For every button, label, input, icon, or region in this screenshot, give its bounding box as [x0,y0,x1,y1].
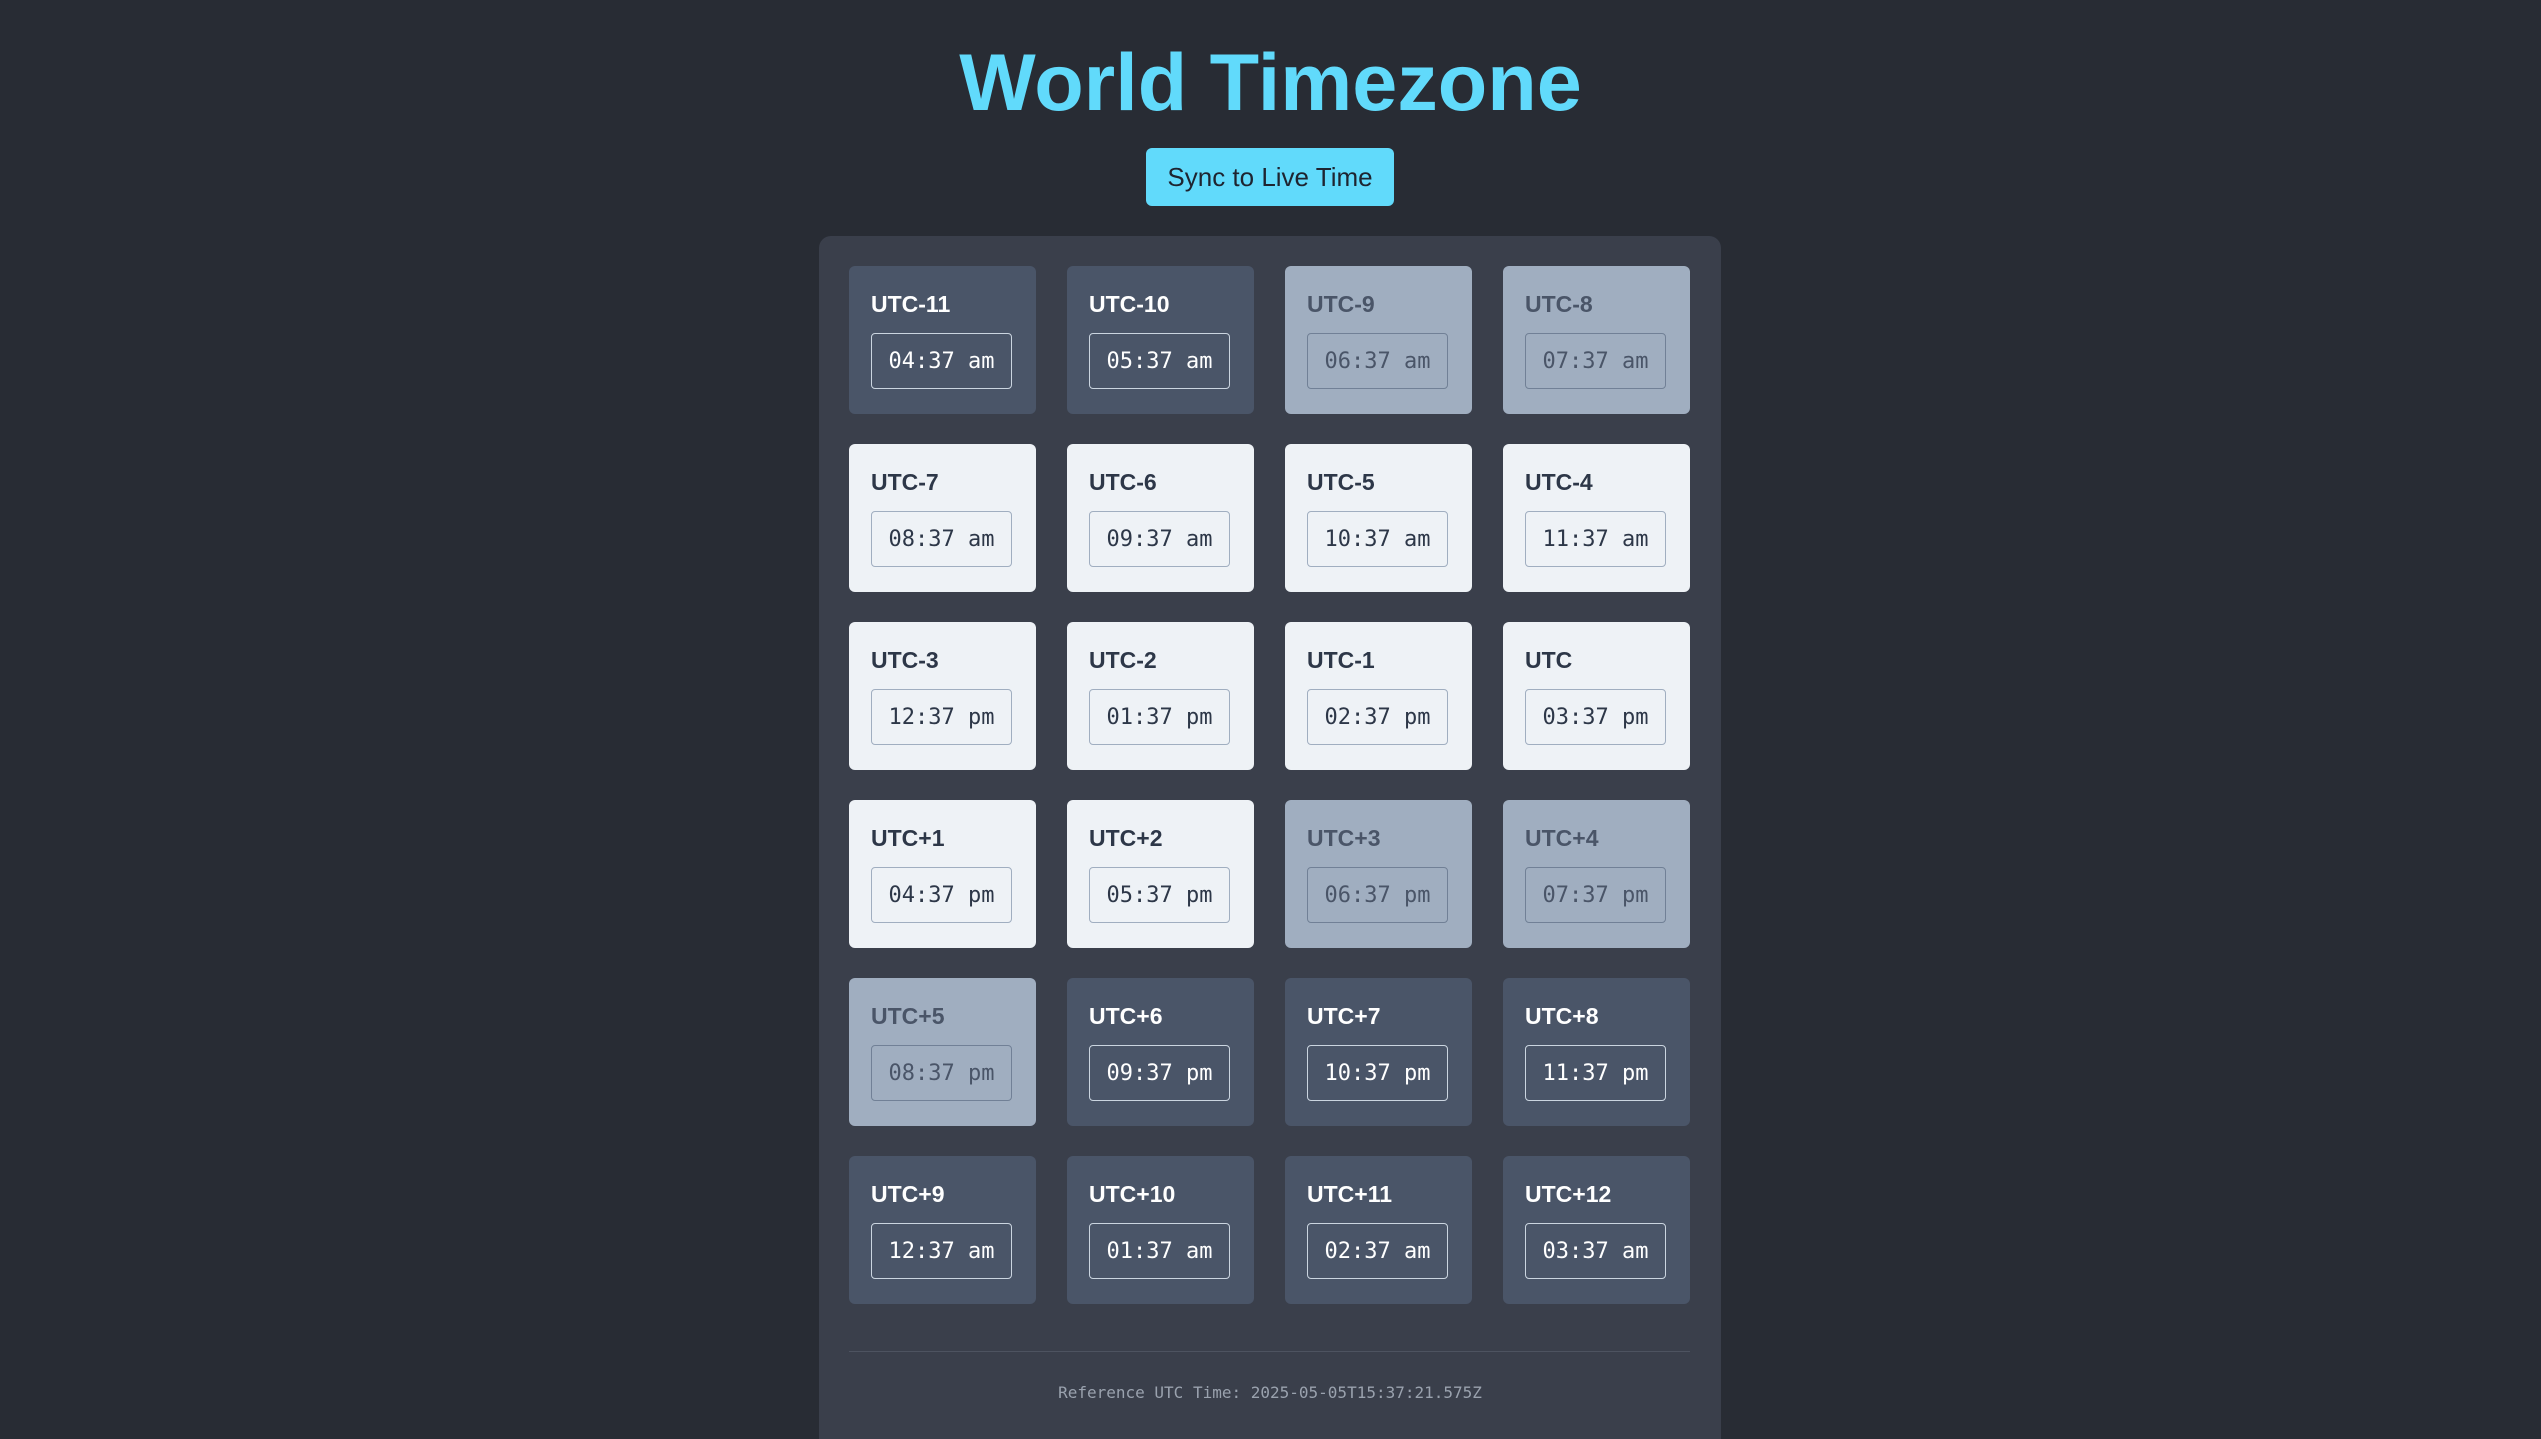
timezone-card: UTC+1 [849,800,1036,948]
time-input[interactable] [1525,689,1666,745]
page-title: World Timezone [959,38,1582,128]
timezone-card: UTC+7 [1285,978,1472,1126]
time-input[interactable] [1307,867,1448,923]
timezone-label: UTC+10 [1089,1181,1176,1207]
timezone-label: UTC-3 [871,647,939,673]
time-input[interactable] [871,1045,1012,1101]
timezone-card: UTC-7 [849,444,1036,592]
time-input[interactable] [1307,689,1448,745]
timezone-card: UTC-6 [1067,444,1254,592]
timezone-label: UTC-7 [871,469,939,495]
timezone-card: UTC-3 [849,622,1036,770]
time-input[interactable] [871,689,1012,745]
timezone-card: UTC [1503,622,1690,770]
timezone-label: UTC-4 [1525,469,1593,495]
timezone-card: UTC-5 [1285,444,1472,592]
timezone-card: UTC-11 [849,266,1036,414]
time-input[interactable] [871,333,1012,389]
timezone-card: UTC-4 [1503,444,1690,592]
timezone-card: UTC+4 [1503,800,1690,948]
timezone-card: UTC+11 [1285,1156,1472,1304]
time-input[interactable] [1307,1223,1448,1279]
time-input[interactable] [1525,511,1666,567]
timezone-card: UTC+6 [1067,978,1254,1126]
timezone-label: UTC-5 [1307,469,1375,495]
timezone-label: UTC+3 [1307,825,1381,851]
time-input[interactable] [871,867,1012,923]
timezone-label: UTC-8 [1525,291,1593,317]
timezone-label: UTC-6 [1089,469,1157,495]
timezone-grid: UTC-11 UTC-10 UTC-9 UTC-8 UTC-7 UTC-6 UTC-5 UTC… [849,266,1690,1304]
timezone-card: UTC+10 [1067,1156,1254,1304]
timezone-label: UTC+7 [1307,1003,1381,1029]
timezone-label: UTC+9 [871,1181,945,1207]
timezone-card: UTC-8 [1503,266,1690,414]
timezone-card: UTC-2 [1067,622,1254,770]
timezone-label: UTC+1 [871,825,945,851]
timezone-label: UTC-10 [1089,291,1170,317]
timezone-label: UTC+12 [1525,1181,1612,1207]
timezone-card: UTC+8 [1503,978,1690,1126]
time-input[interactable] [1089,867,1230,923]
timezone-label: UTC-11 [871,291,951,317]
reference-utc-time: Reference UTC Time: 2025-05-05T15:37:21.… [1058,1383,1482,1402]
timezone-label: UTC+6 [1089,1003,1163,1029]
timezone-label: UTC [1525,647,1573,673]
time-input[interactable] [1307,511,1448,567]
timezone-card: UTC+12 [1503,1156,1690,1304]
timezone-card: UTC-10 [1067,266,1254,414]
time-input[interactable] [871,511,1012,567]
timezone-label: UTC+4 [1525,825,1599,851]
time-input[interactable] [1089,333,1230,389]
timezone-label: UTC+2 [1089,825,1163,851]
timezone-label: UTC+11 [1307,1181,1393,1207]
sync-live-time-button[interactable]: Sync to Live Time [1146,148,1394,206]
timezone-panel: UTC-11 UTC-10 UTC-9 UTC-8 UTC-7 UTC-6 UTC-5 UTC… [819,236,1721,1439]
time-input[interactable] [1089,689,1230,745]
timezone-label: UTC+5 [871,1003,945,1029]
time-input[interactable] [1089,1223,1230,1279]
time-input[interactable] [1525,1223,1666,1279]
footer-divider [849,1351,1690,1352]
timezone-card: UTC+9 [849,1156,1036,1304]
time-input[interactable] [1307,333,1448,389]
time-input[interactable] [1525,333,1666,389]
timezone-label: UTC-1 [1307,647,1375,673]
time-input[interactable] [1525,867,1666,923]
timezone-card: UTC+3 [1285,800,1472,948]
time-input[interactable] [1089,511,1230,567]
time-input[interactable] [871,1223,1012,1279]
time-input[interactable] [1307,1045,1448,1101]
timezone-card: UTC-9 [1285,266,1472,414]
timezone-label: UTC+8 [1525,1003,1599,1029]
timezone-card: UTC-1 [1285,622,1472,770]
timezone-label: UTC-9 [1307,291,1375,317]
timezone-label: UTC-2 [1089,647,1157,673]
time-input[interactable] [1525,1045,1666,1101]
timezone-card: UTC+2 [1067,800,1254,948]
time-input[interactable] [1089,1045,1230,1101]
timezone-card: UTC+5 [849,978,1036,1126]
